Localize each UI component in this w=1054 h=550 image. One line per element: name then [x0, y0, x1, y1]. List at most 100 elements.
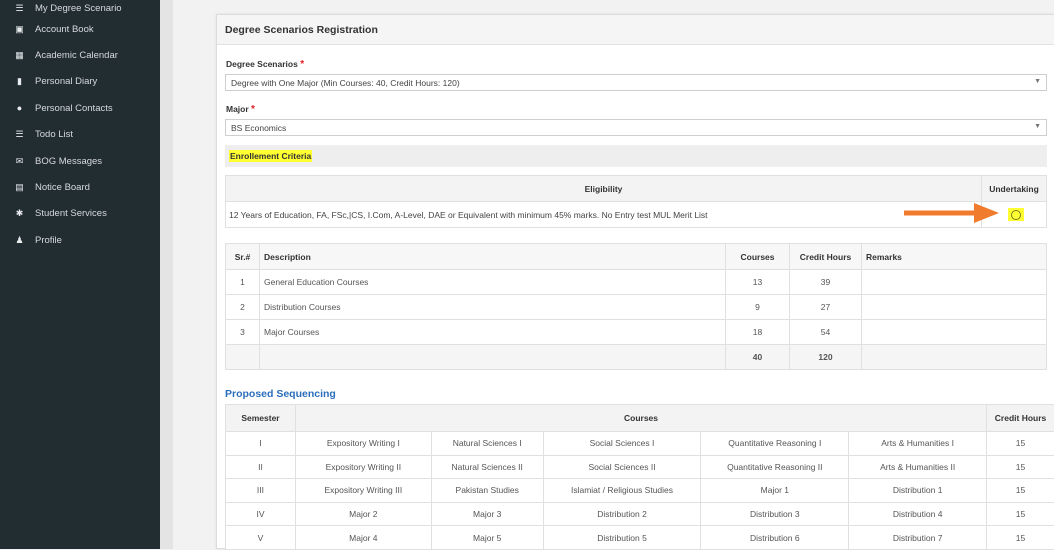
cell-description: Distribution Courses [260, 295, 726, 320]
major-select[interactable]: BS Economics ▼ [225, 119, 1047, 136]
cell-course: Major 3 [431, 502, 543, 526]
cell-courses: 18 [726, 320, 790, 345]
enrollment-criteria-label: Enrollement Criteria [229, 150, 312, 162]
sidebar-item-personal-contacts[interactable]: ● Personal Contacts [0, 95, 160, 121]
undertaking-header: Undertaking [982, 176, 1047, 202]
cell-course: Natural Sciences I [431, 432, 543, 456]
cell-empty [862, 345, 1047, 370]
sidebar-item-label: Profile [35, 235, 62, 246]
user-icon: ♟ [14, 236, 25, 245]
col-credit-hours: Credit Hours [987, 405, 1054, 432]
cell-course: Distribution 6 [701, 526, 849, 550]
col-semester: Semester [226, 405, 296, 432]
total-row: 40 120 [226, 345, 1047, 370]
table-row: 1 General Education Courses 13 39 [226, 270, 1047, 295]
col-description: Description [260, 244, 726, 270]
sidebar-item-notice-board[interactable]: ▤ Notice Board [0, 174, 160, 200]
cell-sr: 1 [226, 270, 260, 295]
cell-course: Expository Writing III [295, 479, 431, 503]
cell-course: Distribution 7 [849, 526, 987, 550]
cell-course: Distribution 1 [849, 479, 987, 503]
cell-sr: 2 [226, 295, 260, 320]
sidebar-item-label: Account Book [35, 24, 94, 35]
table-row: 2 Distribution Courses 9 27 [226, 295, 1047, 320]
major-label-text: Major [226, 104, 249, 114]
sidebar-item-student-services[interactable]: ✱ Student Services [0, 201, 160, 227]
money-icon: ▣ [14, 25, 25, 34]
table-row: V Major 4 Major 5 Distribution 5 Distrib… [226, 526, 1054, 550]
sidebar-item-account-book[interactable]: ▣ Account Book [0, 16, 160, 42]
panel-title: Degree Scenarios Registration [217, 15, 1054, 45]
calendar-icon: ▦ [14, 51, 25, 60]
cell-course: Major 1 [701, 479, 849, 503]
cell-description: Major Courses [260, 320, 726, 345]
cell-course: Distribution 4 [849, 502, 987, 526]
cell-courses: 13 [726, 270, 790, 295]
table-row: III Expository Writing III Pakistan Stud… [226, 479, 1054, 503]
cogs-icon: ✱ [14, 209, 25, 218]
cell-remarks [862, 320, 1047, 345]
cell-course: Major 2 [295, 502, 431, 526]
cell-courses: 9 [726, 295, 790, 320]
dropdown-caret-icon: ▼ [1034, 123, 1041, 130]
sidebar-item-label: Academic Calendar [35, 50, 118, 61]
sidebar-item-label: My Degree Scenario [35, 3, 122, 14]
eligibility-text: 12 Years of Education, FA, FSc,|CS, I.Co… [226, 202, 982, 228]
cell-course: Distribution 5 [543, 526, 701, 550]
course-summary-table: Sr.# Description Courses Credit Hours Re… [225, 243, 1047, 370]
sidebar-item-label: Personal Diary [35, 76, 97, 87]
cell-credit-hours: 27 [790, 295, 862, 320]
orange-arrow-icon [904, 203, 999, 223]
cell-credit-hours: 39 [790, 270, 862, 295]
cell-course: Expository Writing II [295, 455, 431, 479]
cell-course: Social Sciences II [543, 455, 701, 479]
sidebar-item-academic-calendar[interactable]: ▦ Academic Calendar [0, 42, 160, 68]
col-credit-hours: Credit Hours [790, 244, 862, 270]
table-row: 3 Major Courses 18 54 [226, 320, 1047, 345]
undertaking-radio[interactable] [1011, 210, 1021, 220]
sidebar: ☰ My Degree Scenario ▣ Account Book ▦ Ac… [0, 0, 160, 549]
sidebar-item-personal-diary[interactable]: ▮ Personal Diary [0, 69, 160, 95]
sidebar-item-label: BOG Messages [35, 156, 102, 167]
cell-course: Arts & Humanities II [849, 455, 987, 479]
proposed-sequencing-title: Proposed Sequencing [225, 388, 336, 400]
cell-remarks [862, 295, 1047, 320]
cell-course: Expository Writing I [295, 432, 431, 456]
sidebar-gutter [160, 0, 173, 549]
dropdown-caret-icon: ▼ [1034, 78, 1041, 85]
table-row: IV Major 2 Major 3 Distribution 2 Distri… [226, 502, 1054, 526]
total-credit-hours: 120 [790, 345, 862, 370]
cell-sr: 3 [226, 320, 260, 345]
undertaking-radio-highlight [1008, 208, 1024, 221]
cell-semester: III [226, 479, 296, 503]
cell-course: Distribution 2 [543, 502, 701, 526]
cell-course: Quantitative Reasoning II [701, 455, 849, 479]
sidebar-item-bog-messages[interactable]: ✉ BOG Messages [0, 148, 160, 174]
cell-semester: V [226, 526, 296, 550]
sidebar-item-todo-list[interactable]: ☰ Todo List [0, 122, 160, 148]
cell-course: Pakistan Studies [431, 479, 543, 503]
sidebar-item-label: Todo List [35, 129, 73, 140]
required-mark: * [251, 104, 255, 115]
sidebar-item-label: Personal Contacts [35, 103, 113, 114]
degree-scenarios-select[interactable]: Degree with One Major (Min Courses: 40, … [225, 74, 1047, 91]
col-remarks: Remarks [862, 244, 1047, 270]
major-label: Major * [226, 104, 255, 115]
cell-credit: 15 [987, 432, 1054, 456]
clipboard-icon: ▤ [14, 183, 25, 192]
cell-semester: II [226, 455, 296, 479]
major-select-value: BS Economics [231, 123, 286, 133]
users-icon: ● [14, 104, 25, 113]
cell-credit: 15 [987, 455, 1054, 479]
degree-scenarios-label: Degree Scenarios * [226, 59, 304, 70]
cell-course: Islamiat / Religious Studies [543, 479, 701, 503]
sidebar-item-my-degree-scenario[interactable]: ☰ My Degree Scenario [0, 0, 160, 16]
sidebar-item-profile[interactable]: ♟ Profile [0, 227, 160, 253]
total-courses: 40 [726, 345, 790, 370]
registration-panel: Degree Scenarios Registration Degree Sce… [216, 14, 1054, 549]
cell-empty [260, 345, 726, 370]
cell-semester: IV [226, 502, 296, 526]
cell-course: Arts & Humanities I [849, 432, 987, 456]
col-sr: Sr.# [226, 244, 260, 270]
table-row: I Expository Writing I Natural Sciences … [226, 432, 1054, 456]
